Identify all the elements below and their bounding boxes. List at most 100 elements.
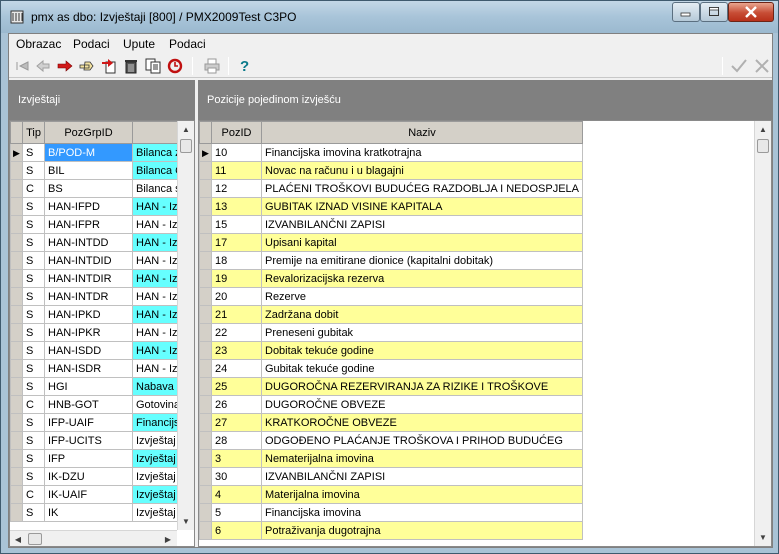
row-indicator[interactable] [199,305,212,324]
table-row[interactable]: C IK-UAIF Izvještaj [10,485,191,504]
table-row[interactable]: 20 Rezerve [199,287,583,306]
table-row[interactable]: 4 Materijalna imovina [199,485,583,504]
table-row[interactable]: S HAN-IFPD HAN - Izv [10,197,191,216]
table-row[interactable]: 24 Gubitak tekuće godine [199,359,583,378]
cell-pozgrpid[interactable]: HAN-IPKR [44,323,133,342]
confirm-button[interactable] [729,56,749,76]
cell-pozgrpid[interactable]: HGI [44,377,133,396]
cell-tip[interactable]: S [22,143,45,162]
table-row[interactable]: S IFP-UCITS Izvještaj [10,431,191,450]
cell-pozgrpid[interactable]: HAN-ISDD [44,341,133,360]
cell-tip[interactable]: S [22,215,45,234]
column-header-naziv[interactable]: Naziv [261,121,583,144]
cell-pozgrpid[interactable]: IK-UAIF [44,485,133,504]
cell-pozgrpid[interactable]: HAN-ISDR [44,359,133,378]
cell-pozgrpid[interactable]: HAN-IPKD [44,305,133,324]
cell-pozid[interactable]: 15 [211,215,262,234]
cell-pozid[interactable]: 28 [211,431,262,450]
column-header-pozid[interactable]: PozID [211,121,262,144]
copy-button[interactable] [143,56,163,76]
scroll-thumb[interactable] [28,533,42,545]
row-indicator[interactable] [199,395,212,414]
table-row[interactable]: 22 Preneseni gubitak [199,323,583,342]
row-indicator[interactable] [199,377,212,396]
cell-pozgrpid[interactable]: HAN-INTDD [44,233,133,252]
row-indicator[interactable] [199,251,212,270]
cell-naziv[interactable]: DUGOROČNE OBVEZE [261,395,583,414]
table-row[interactable]: S IK-DZU Izvještaj [10,467,191,486]
left-vertical-scrollbar[interactable]: ▲ ▼ [177,121,194,530]
cell-pozid[interactable]: 20 [211,287,262,306]
table-row[interactable]: S BIL Bilanca G [10,161,191,180]
row-indicator[interactable] [10,395,23,414]
cell-tip[interactable]: S [22,287,45,306]
cell-pozid[interactable]: 27 [211,413,262,432]
cancel-button[interactable] [752,56,772,76]
scroll-up-icon[interactable]: ▲ [755,121,771,138]
row-indicator[interactable] [199,521,212,540]
help-button[interactable]: ? [234,56,254,76]
cell-naziv[interactable]: Upisani kapital [261,233,583,252]
row-indicator[interactable] [10,449,23,468]
table-row[interactable]: S HAN-ISDD HAN - Izv [10,341,191,360]
table-row[interactable]: S HAN-INTDR HAN - Izv [10,287,191,306]
table-row[interactable]: 28 ODGOĐENO PLAĆANJE TROŠKOVA I PRIHOD B… [199,431,583,450]
cell-naziv[interactable]: Potraživanja dugotrajna [261,521,583,540]
cell-pozgrpid[interactable]: IFP-UAIF [44,413,133,432]
cell-tip[interactable]: S [22,305,45,324]
cell-pozgrpid[interactable]: IFP [44,449,133,468]
menu-podaci-2[interactable]: Podaci [169,37,206,51]
cell-pozgrpid[interactable]: IK [44,503,133,522]
cell-pozid[interactable]: 12 [211,179,262,198]
row-indicator[interactable] [199,215,212,234]
cell-naziv[interactable]: Dobitak tekuće godine [261,341,583,360]
new-record-button[interactable] [99,56,119,76]
row-indicator[interactable] [199,323,212,342]
table-row[interactable]: 5 Financijska imovina [199,503,583,522]
left-horizontal-scrollbar[interactable]: ◀ ▶ [10,530,177,546]
row-indicator[interactable] [10,161,23,180]
table-row[interactable]: 15 IZVANBILANČNI ZAPISI [199,215,583,234]
cell-pozid[interactable]: 25 [211,377,262,396]
cell-pozgrpid[interactable]: HAN-IFPR [44,215,133,234]
cell-tip[interactable]: S [22,359,45,378]
cell-pozid[interactable]: 3 [211,449,262,468]
cell-tip[interactable]: S [22,323,45,342]
row-indicator[interactable] [10,269,23,288]
cell-pozid[interactable]: 26 [211,395,262,414]
table-row[interactable]: 3 Nematerijalna imovina [199,449,583,468]
cell-tip[interactable]: S [22,377,45,396]
row-indicator[interactable] [199,431,212,450]
table-row[interactable]: S HAN-ISDR HAN - Izv [10,359,191,378]
table-row[interactable]: S HGI Nabava [10,377,191,396]
close-button[interactable] [728,2,774,22]
cell-pozid[interactable]: 24 [211,359,262,378]
cell-naziv[interactable]: Rezerve [261,287,583,306]
cell-pozid[interactable]: 23 [211,341,262,360]
row-indicator[interactable] [10,251,23,270]
row-indicator[interactable] [199,197,212,216]
row-indicator[interactable] [199,485,212,504]
cell-tip[interactable]: S [22,161,45,180]
cell-naziv[interactable]: Gubitak tekuće godine [261,359,583,378]
cell-pozgrpid[interactable]: BS [44,179,133,198]
cell-naziv[interactable]: GUBITAK IZNAD VISINE KAPITALA [261,197,583,216]
cell-pozid[interactable]: 21 [211,305,262,324]
table-row[interactable]: 12 PLAĆENI TROŠKOVI BUDUĆEG RAZDOBLJA I N… [199,179,583,198]
cell-naziv[interactable]: DUGOROČNA REZERVIRANJA ZA RIZIKE I TROŠK… [261,377,583,396]
table-row[interactable]: 6 Potraživanja dugotrajna [199,521,583,540]
cell-pozid[interactable]: 10 [211,143,262,162]
cell-tip[interactable]: S [22,467,45,486]
row-indicator[interactable] [199,413,212,432]
cell-tip[interactable]: S [22,197,45,216]
pointer-button[interactable] [77,56,97,76]
cell-naziv[interactable]: Financijska imovina [261,503,583,522]
table-row[interactable]: ▶ S B/POD-M Bilanca za [10,143,191,162]
cell-naziv[interactable]: Premije na emitirane dionice (kapitalni … [261,251,583,270]
current-row-indicator-icon[interactable]: ▶ [199,143,212,162]
table-row[interactable]: ▶ 10 Financijska imovina kratkotrajna [199,143,583,162]
first-record-button[interactable] [12,56,32,76]
cell-naziv[interactable]: IZVANBILANČNI ZAPISI [261,467,583,486]
menu-upute[interactable]: Upute [123,37,155,51]
table-row[interactable]: 27 KRATKOROČNE OBVEZE [199,413,583,432]
